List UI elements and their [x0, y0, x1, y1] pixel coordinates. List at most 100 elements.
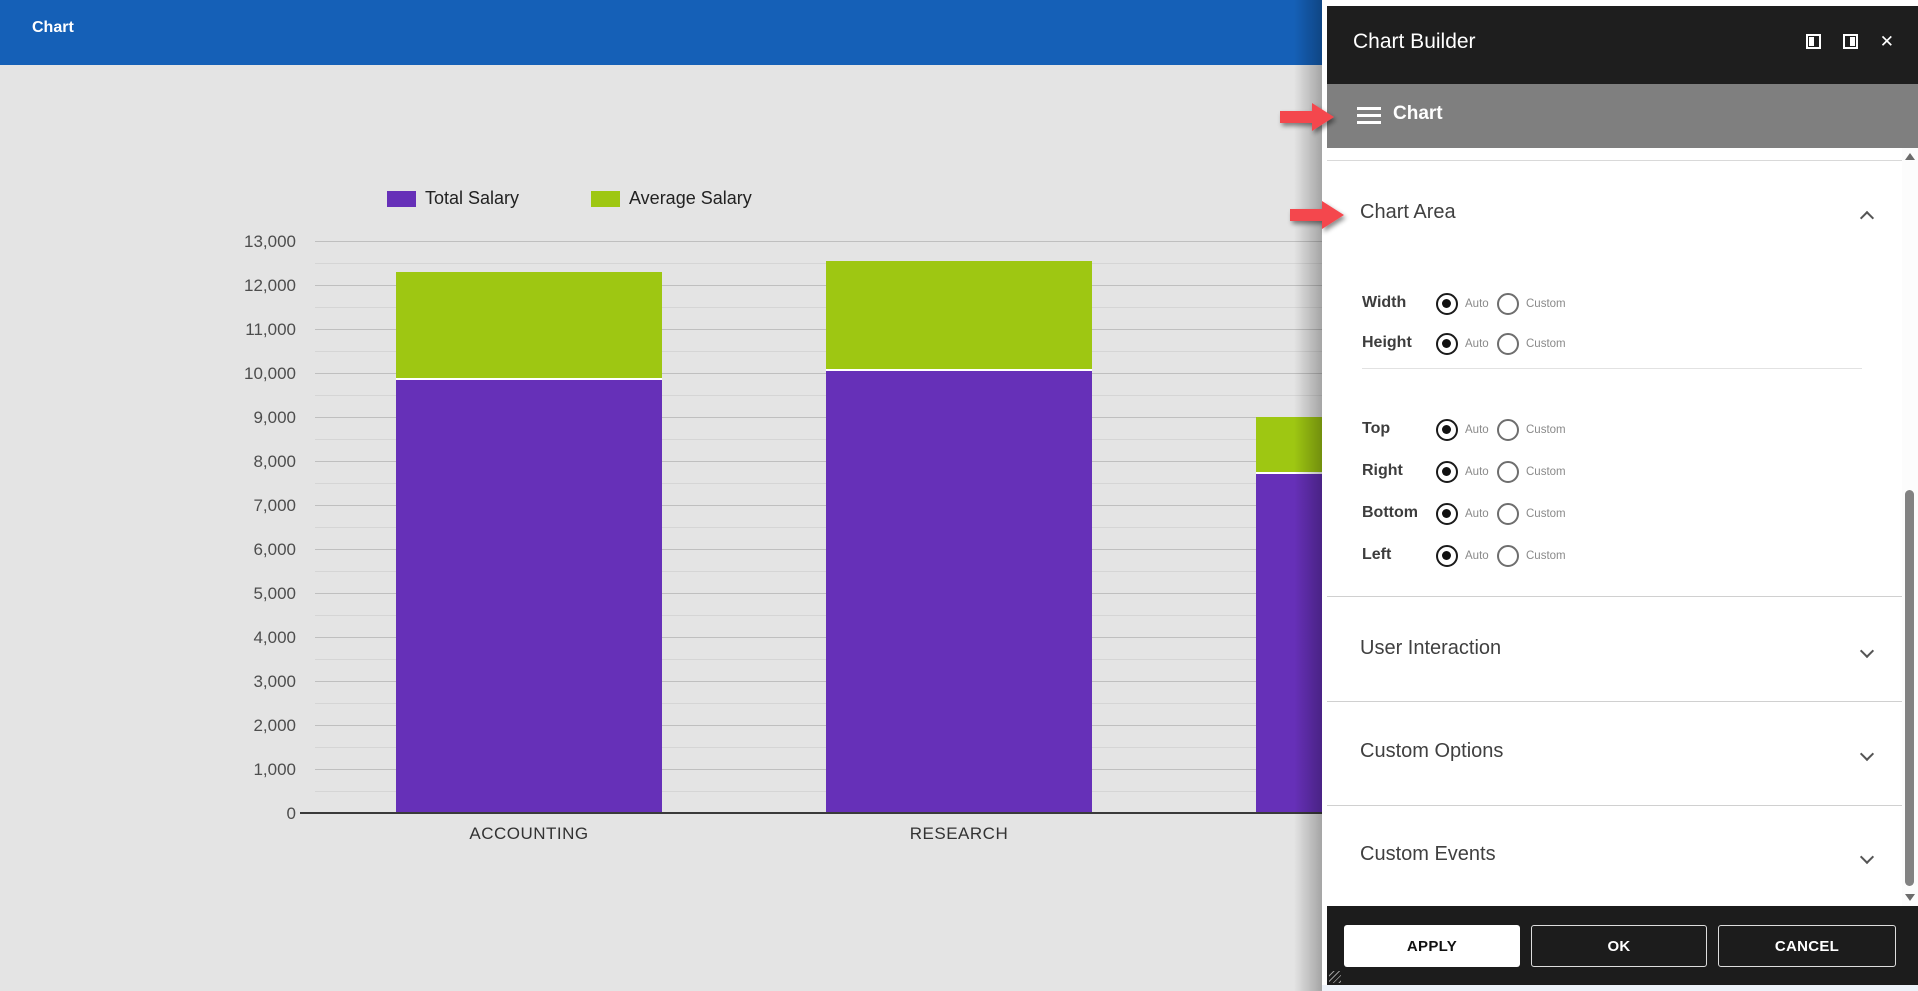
radio-auto-selected[interactable]: [1436, 461, 1458, 483]
legend-label: Average Salary: [629, 188, 752, 209]
radio-custom[interactable]: [1497, 293, 1519, 315]
radio-label: Auto: [1465, 298, 1489, 310]
dock-left-icon[interactable]: [1806, 34, 1821, 49]
radio-label: Auto: [1465, 550, 1489, 562]
option-row-height: Height Auto Custom: [1327, 329, 1902, 359]
dialog-scrollbar[interactable]: [1902, 148, 1918, 906]
section-header-chart-area[interactable]: Chart Area: [1327, 194, 1902, 234]
radio-label: Custom: [1526, 508, 1566, 520]
option-row-label: Width: [1362, 294, 1406, 312]
legend-item[interactable]: Total Salary: [387, 188, 519, 209]
x-category-label: RESEARCH: [829, 824, 1089, 844]
y-tick-label: 6,000: [226, 540, 296, 560]
section-header-custom-options[interactable]: Custom Options: [1327, 733, 1902, 773]
option-row-label: Top: [1362, 420, 1390, 438]
chevron-down-icon: [1862, 749, 1872, 759]
radio-custom[interactable]: [1497, 333, 1519, 355]
chevron-down-icon: [1862, 646, 1872, 656]
menu-item-chart[interactable]: Chart: [1327, 84, 1918, 148]
option-row-label: Height: [1362, 334, 1412, 352]
option-row-label: Right: [1362, 462, 1403, 480]
dialog-title: Chart Builder: [1353, 30, 1476, 54]
y-tick-label: 3,000: [226, 672, 296, 692]
radio-label: Auto: [1465, 508, 1489, 520]
close-icon[interactable]: ✕: [1880, 34, 1894, 49]
radio-label: Custom: [1526, 424, 1566, 436]
bar-ACCOUNTING: [396, 241, 662, 813]
dialog-bottom-edge: [1322, 985, 1918, 991]
y-tick-label: 13,000: [226, 232, 296, 252]
menu-item-chart-label: Chart: [1393, 103, 1443, 125]
legend-item[interactable]: Average Salary: [591, 188, 752, 209]
y-tick-label: 5,000: [226, 584, 296, 604]
radio-custom[interactable]: [1497, 545, 1519, 567]
dock-right-icon[interactable]: [1843, 34, 1858, 49]
page-header: Chart: [0, 0, 1322, 65]
bar-segment-average-salary: [826, 261, 1092, 371]
scroll-up-icon[interactable]: [1905, 153, 1915, 160]
x-category-label: ACCOUNTING: [399, 824, 659, 844]
radio-label: Custom: [1526, 298, 1566, 310]
option-row-top: Top Auto Custom: [1327, 415, 1902, 445]
radio-auto-selected[interactable]: [1436, 545, 1458, 567]
y-tick-label: 0: [226, 804, 296, 824]
section-header-user-interaction[interactable]: User Interaction: [1327, 630, 1902, 670]
dialog-footer: APPLY OK CANCEL: [1327, 906, 1918, 985]
radio-auto-selected[interactable]: [1436, 293, 1458, 315]
y-tick-label: 12,000: [226, 276, 296, 296]
y-tick-label: 1,000: [226, 760, 296, 780]
page-title: Chart: [32, 19, 74, 37]
dialog-titlebar: Chart Builder ✕: [1327, 6, 1918, 84]
bar-segment-total-salary: [826, 371, 1092, 813]
radio-label: Custom: [1526, 466, 1566, 478]
legend-swatch: [591, 191, 620, 207]
resize-grip[interactable]: [1329, 971, 1341, 983]
bar-segment-average-salary: [396, 272, 662, 380]
bar-RESEARCH: [826, 241, 1092, 813]
chart-builder-dialog: Chart Builder ✕ Chart Chart Area Width Au…: [1322, 0, 1918, 991]
y-tick-label: 4,000: [226, 628, 296, 648]
section-label: Custom Events: [1360, 843, 1496, 866]
radio-auto-selected[interactable]: [1436, 503, 1458, 525]
app-window: Chart Total Salary Average Salary 0 1,000 2…: [0, 0, 1918, 991]
radio-custom[interactable]: [1497, 503, 1519, 525]
radio-label: Custom: [1526, 550, 1566, 562]
radio-auto-selected[interactable]: [1436, 333, 1458, 355]
option-row-width: Width Auto Custom: [1327, 289, 1902, 319]
option-row-label: Left: [1362, 546, 1391, 564]
radio-label: Auto: [1465, 466, 1489, 478]
apply-button[interactable]: APPLY: [1344, 925, 1520, 967]
radio-label: Custom: [1526, 338, 1566, 350]
radio-custom[interactable]: [1497, 419, 1519, 441]
chart-plot: [315, 241, 1322, 813]
chevron-down-icon: [1862, 852, 1872, 862]
scrollbar-thumb[interactable]: [1905, 490, 1914, 886]
y-tick-label: 2,000: [226, 716, 296, 736]
y-tick-label: 10,000: [226, 364, 296, 384]
chevron-up-icon: [1862, 210, 1872, 220]
ok-button[interactable]: OK: [1531, 925, 1707, 967]
radio-label: Auto: [1465, 338, 1489, 350]
y-tick-label: 11,000: [226, 320, 296, 340]
dialog-shadow: [1294, 0, 1322, 991]
section-label: Chart Area: [1360, 201, 1456, 224]
y-tick-label: 7,000: [226, 496, 296, 516]
section-header-custom-events[interactable]: Custom Events: [1327, 836, 1902, 876]
option-row-label: Bottom: [1362, 504, 1418, 522]
legend-label: Total Salary: [425, 188, 519, 209]
cancel-button[interactable]: CANCEL: [1718, 925, 1896, 967]
radio-label: Auto: [1465, 424, 1489, 436]
legend-swatch: [387, 191, 416, 207]
option-row-left: Left Auto Custom: [1327, 541, 1902, 571]
dialog-content: Chart Area Width Auto Custom Height Auto Cust…: [1327, 148, 1918, 906]
bar-segment-total-salary: [396, 380, 662, 813]
radio-auto-selected[interactable]: [1436, 419, 1458, 441]
radio-custom[interactable]: [1497, 461, 1519, 483]
option-row-right: Right Auto Custom: [1327, 457, 1902, 487]
x-axis-line: [300, 812, 1322, 814]
scroll-down-icon[interactable]: [1905, 894, 1915, 901]
y-tick-label: 8,000: [226, 452, 296, 472]
section-label: Custom Options: [1360, 740, 1503, 763]
y-tick-label: 9,000: [226, 408, 296, 428]
section-label: User Interaction: [1360, 637, 1501, 660]
